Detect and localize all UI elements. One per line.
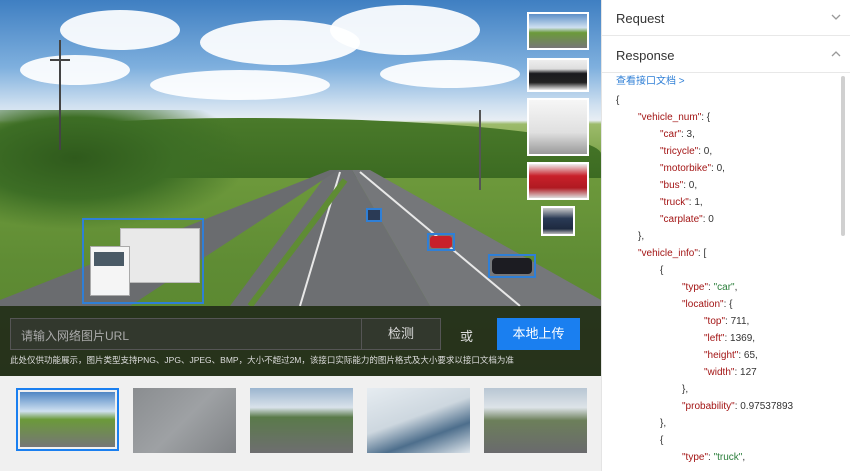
json-key: "probability" bbox=[682, 401, 735, 412]
upload-hint: 此处仅供功能展示，图片类型支持PNG、JPG、JPEG、BMP，大小不超过2M，… bbox=[10, 355, 514, 365]
json-key: "top" bbox=[704, 316, 726, 327]
json-line: "vehicle_info": [ bbox=[616, 245, 842, 262]
json-punct: { bbox=[660, 435, 664, 446]
json-value: : { bbox=[701, 112, 711, 123]
json-value: : 711, bbox=[725, 316, 750, 327]
json-line: "top": 711, bbox=[616, 313, 842, 330]
json-key: "location" bbox=[682, 299, 724, 310]
json-line: { bbox=[616, 262, 842, 279]
json-punct: { bbox=[660, 265, 664, 276]
json-punct: , bbox=[734, 282, 738, 293]
json-value: : 0 bbox=[702, 214, 714, 225]
json-key: "type" bbox=[682, 452, 709, 463]
json-line: "bus": 0, bbox=[616, 177, 842, 194]
json-key: "type" bbox=[682, 282, 709, 293]
sample-image-strip bbox=[0, 376, 601, 471]
json-line: "tricycle": 0, bbox=[616, 143, 842, 160]
detection-box-car bbox=[366, 208, 382, 222]
response-section[interactable]: Response bbox=[602, 37, 850, 73]
json-punct: , bbox=[742, 452, 746, 463]
json-key: "vehicle_num" bbox=[638, 112, 702, 123]
json-value: : 1369, bbox=[724, 333, 756, 344]
json-line: "type": "truck", bbox=[616, 449, 842, 466]
json-line: { bbox=[616, 432, 842, 449]
sample-image-5[interactable] bbox=[484, 388, 587, 453]
json-line: "probability": 0.97537893 bbox=[616, 398, 842, 415]
json-value: : 65, bbox=[738, 350, 758, 361]
json-key: "vehicle_info" bbox=[638, 248, 698, 259]
crop-thumbnail-car[interactable] bbox=[541, 206, 575, 236]
response-title: Response bbox=[616, 48, 675, 63]
crop-thumbnail-scene[interactable] bbox=[527, 12, 589, 50]
request-title: Request bbox=[616, 11, 665, 26]
api-doc-link[interactable]: 查看接口文档 > bbox=[616, 72, 685, 87]
sample-image-4[interactable] bbox=[367, 388, 470, 453]
json-punct: }, bbox=[660, 418, 667, 429]
image-viewer: 请输入网络图片URL 检测 或 本地上传 此处仅供功能展示，图片类型支持PNG、… bbox=[0, 0, 601, 376]
json-value: : 3, bbox=[681, 129, 695, 140]
json-key: "bus" bbox=[660, 180, 684, 191]
json-line: "vehicle_num": { bbox=[616, 109, 842, 126]
sample-image-1[interactable] bbox=[16, 388, 119, 451]
json-line: "width": 127 bbox=[616, 364, 842, 381]
json-key: "carplate" bbox=[660, 214, 703, 225]
json-punct: }, bbox=[638, 231, 645, 242]
json-line: "location": { bbox=[616, 296, 842, 313]
json-line: "car": 3, bbox=[616, 126, 842, 143]
crop-thumbnail-truck[interactable] bbox=[527, 98, 589, 156]
json-value: : 0, bbox=[683, 180, 698, 191]
json-line: }, bbox=[616, 381, 842, 398]
json-value: : 0, bbox=[711, 163, 725, 174]
json-punct: }, bbox=[682, 384, 689, 395]
detect-button[interactable]: 检测 bbox=[361, 318, 441, 350]
json-key: "car" bbox=[660, 129, 681, 140]
json-punct: { bbox=[616, 95, 620, 106]
json-value: : 0, bbox=[698, 146, 713, 157]
request-section[interactable]: Request bbox=[602, 0, 850, 36]
json-line: }, bbox=[616, 415, 842, 432]
url-bar: 请输入网络图片URL 检测 或 本地上传 此处仅供功能展示，图片类型支持PNG、… bbox=[0, 306, 601, 376]
json-value: : [ bbox=[697, 248, 707, 259]
json-line: "truck": 1, bbox=[616, 194, 842, 211]
detection-box-car bbox=[488, 254, 536, 278]
json-key: "left" bbox=[704, 333, 725, 344]
json-value: : 0.97537893 bbox=[734, 401, 794, 412]
json-value: : { bbox=[723, 299, 733, 310]
json-key: "truck" bbox=[660, 197, 689, 208]
json-line: }, bbox=[616, 228, 842, 245]
json-string: "truck" bbox=[713, 452, 743, 463]
json-line: { bbox=[616, 92, 842, 109]
json-line: "type": "car", bbox=[616, 279, 842, 296]
json-value: : 127 bbox=[734, 367, 757, 378]
or-label: 或 bbox=[460, 329, 474, 344]
response-json: {"vehicle_num": {"car": 3, "tricycle": 0,… bbox=[616, 92, 842, 466]
json-value: : 1, bbox=[688, 197, 703, 208]
detection-box-truck bbox=[82, 218, 204, 304]
crop-thumbnail-car[interactable] bbox=[527, 58, 589, 92]
api-panel: Request Response 查看接口文档 > { "vehicle_num"… bbox=[601, 0, 850, 471]
local-upload-button[interactable]: 本地上传 bbox=[497, 318, 580, 350]
sample-image-2[interactable] bbox=[133, 388, 236, 453]
chevron-up-icon[interactable] bbox=[831, 49, 841, 59]
json-key: "height" bbox=[704, 350, 739, 361]
chevron-down-icon[interactable] bbox=[831, 12, 841, 22]
json-string: "car" bbox=[713, 282, 735, 293]
json-key: "width" bbox=[704, 367, 735, 378]
json-line: "motorbike": 0, bbox=[616, 160, 842, 177]
json-key: "motorbike" bbox=[660, 163, 712, 174]
json-line: "height": 65, bbox=[616, 347, 842, 364]
json-line: "carplate": 0 bbox=[616, 211, 842, 228]
detection-box-car bbox=[427, 233, 455, 251]
scrollbar[interactable] bbox=[841, 76, 845, 236]
json-key: "tricycle" bbox=[660, 146, 699, 157]
sample-image-3[interactable] bbox=[250, 388, 353, 453]
image-url-input[interactable]: 请输入网络图片URL bbox=[10, 318, 362, 350]
json-line: "left": 1369, bbox=[616, 330, 842, 347]
crop-thumbnail-car[interactable] bbox=[527, 162, 589, 200]
